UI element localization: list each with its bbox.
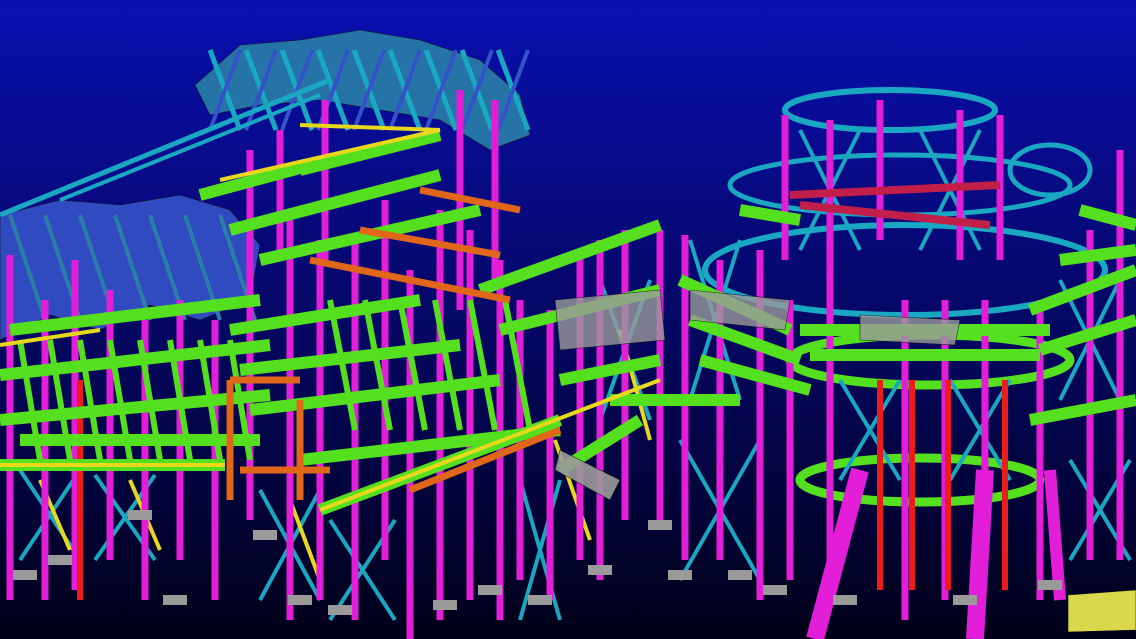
footing-plate [763,585,787,595]
footing-plate [648,520,672,530]
structural-3d-model[interactable] [0,0,1136,639]
model-viewport[interactable] [0,0,1136,639]
footing-plate [13,570,37,580]
grating-panel [859,314,961,346]
footing-plate [588,565,612,575]
grating-panel [554,289,666,351]
footing-plate [328,605,352,615]
footing-plate [253,530,277,540]
footing-plate [833,595,857,605]
footing-plate [478,585,502,595]
footing-plate [728,570,752,580]
footing-plate [128,510,152,520]
footing-plate [668,570,692,580]
footing-plate [163,595,187,605]
concrete-block [1067,589,1136,633]
footing-plate [433,600,457,610]
footing-plate [953,595,977,605]
tower-leg [966,469,994,639]
footing-plate [1038,580,1062,590]
footing-plate [528,595,552,605]
footing-plate [48,555,72,565]
footing-plate [288,595,312,605]
